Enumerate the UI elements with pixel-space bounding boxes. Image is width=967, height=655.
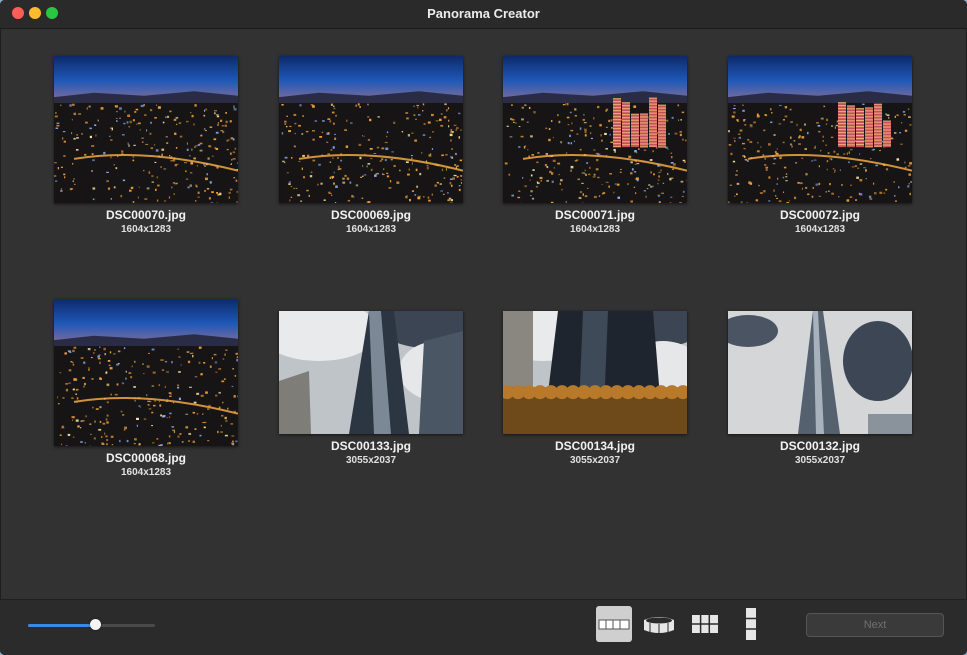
horizontal-panorama-button[interactable] bbox=[596, 606, 632, 642]
image-filename: DSC00134.jpg bbox=[554, 439, 636, 453]
image-dimensions: 1604x1283 bbox=[120, 224, 172, 235]
360-panorama-button[interactable] bbox=[641, 606, 677, 642]
grid-panorama-button[interactable] bbox=[687, 606, 723, 642]
image-dimensions: 1604x1283 bbox=[794, 224, 846, 235]
title-bar: Panorama Creator bbox=[0, 0, 967, 29]
window-title: Panorama Creator bbox=[427, 6, 540, 21]
image-dimensions: 1604x1283 bbox=[569, 224, 621, 235]
image-filename: DSC00133.jpg bbox=[330, 439, 412, 453]
image-tile[interactable]: DSC00070.jpg 1604x1283 bbox=[54, 56, 238, 246]
image-thumbnail[interactable] bbox=[503, 56, 687, 203]
image-thumbnail[interactable] bbox=[279, 56, 463, 203]
image-thumbnail[interactable] bbox=[54, 56, 238, 203]
image-dimensions: 3055x2037 bbox=[345, 455, 397, 466]
image-filename: DSC00070.jpg bbox=[105, 208, 187, 222]
image-dimensions: 3055x2037 bbox=[569, 455, 621, 466]
vertical-panorama-button[interactable] bbox=[733, 606, 769, 642]
bottom-toolbar: Next bbox=[0, 599, 967, 655]
image-thumbnail[interactable] bbox=[279, 311, 463, 434]
next-button[interactable]: Next bbox=[806, 613, 944, 637]
image-dimensions: 1604x1283 bbox=[345, 224, 397, 235]
360-panorama-icon bbox=[644, 617, 674, 634]
image-tile[interactable]: DSC00134.jpg 3055x2037 bbox=[503, 311, 687, 481]
image-dimensions: 1604x1283 bbox=[120, 467, 172, 478]
image-grid: DSC00070.jpg 1604x1283 DSC00069.jpg 1604… bbox=[0, 29, 967, 599]
image-tile[interactable]: DSC00132.jpg 3055x2037 bbox=[728, 311, 912, 481]
image-thumbnail[interactable] bbox=[54, 299, 238, 446]
image-tile[interactable]: DSC00071.jpg 1604x1283 bbox=[503, 56, 687, 246]
grid-panorama-icon bbox=[692, 615, 718, 633]
vertical-panorama-icon bbox=[746, 608, 756, 640]
horizontal-panorama-icon bbox=[598, 619, 630, 630]
image-thumbnail[interactable] bbox=[503, 311, 687, 434]
image-thumbnail[interactable] bbox=[728, 311, 912, 434]
image-tile[interactable]: DSC00072.jpg 1604x1283 bbox=[728, 56, 912, 246]
image-tile[interactable]: DSC00069.jpg 1604x1283 bbox=[279, 56, 463, 246]
image-filename: DSC00068.jpg bbox=[105, 451, 187, 465]
image-thumbnail[interactable] bbox=[728, 56, 912, 203]
image-tile[interactable]: DSC00068.jpg 1604x1283 bbox=[54, 299, 238, 489]
panorama-creator-window: Panorama Creator DSC00070.jpg 1604x1283 … bbox=[0, 0, 967, 655]
slider-fill bbox=[28, 624, 96, 627]
image-dimensions: 3055x2037 bbox=[794, 455, 846, 466]
image-filename: DSC00071.jpg bbox=[554, 208, 636, 222]
image-filename: DSC00072.jpg bbox=[779, 208, 861, 222]
image-filename: DSC00069.jpg bbox=[330, 208, 412, 222]
image-tile[interactable]: DSC00133.jpg 3055x2037 bbox=[279, 311, 463, 481]
slider-knob[interactable] bbox=[89, 619, 101, 630]
image-filename: DSC00132.jpg bbox=[779, 439, 861, 453]
